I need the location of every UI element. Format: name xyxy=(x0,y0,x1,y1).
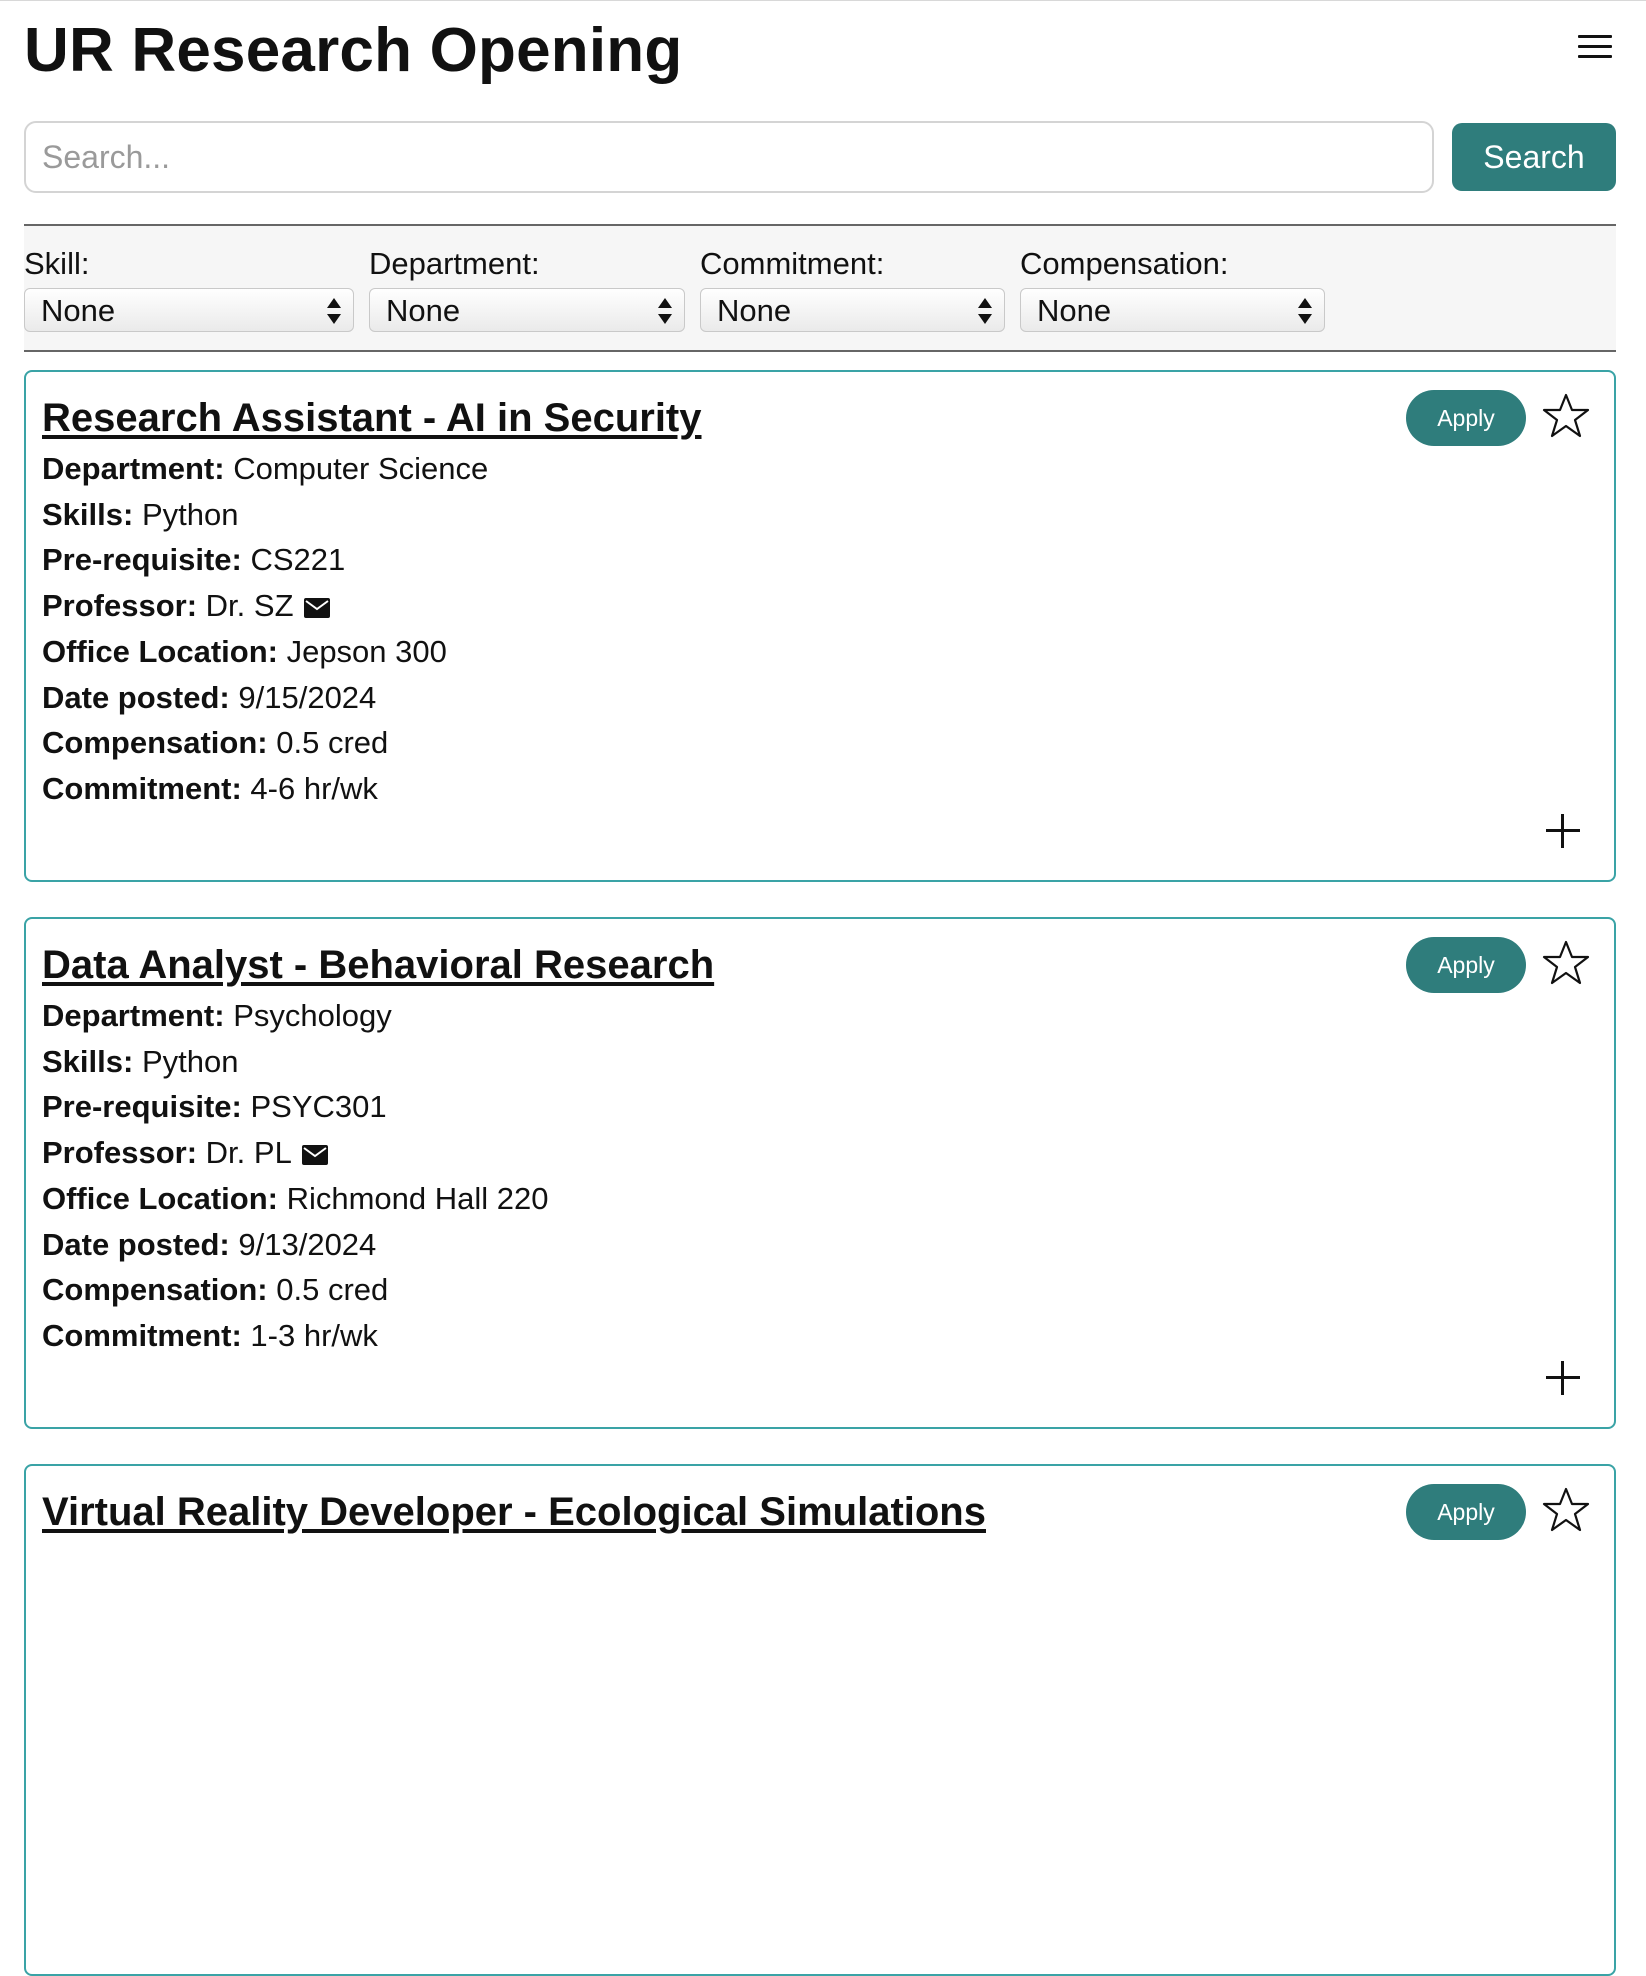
skill-select[interactable]: None xyxy=(24,288,354,332)
detail-date: Date posted: 9/13/2024 xyxy=(42,1222,549,1268)
detail-key: Commitment: xyxy=(42,1317,242,1353)
search-bar: Search xyxy=(24,121,1616,193)
detail-value: Dr. PL xyxy=(205,1135,292,1171)
detail-office: Office Location: Richmond Hall 220 xyxy=(42,1176,549,1222)
detail-skills: Skills: Python xyxy=(42,492,488,538)
skill-select-value: None xyxy=(41,293,116,328)
star-favorite-icon[interactable] xyxy=(1542,392,1590,440)
apply-button[interactable]: Apply xyxy=(1406,1484,1526,1540)
detail-compensation: Compensation: 0.5 cred xyxy=(42,1267,549,1313)
filter-compensation: Compensation: None xyxy=(1020,246,1325,332)
page: UR Research Opening Search Skill: None D… xyxy=(24,1,1616,1976)
detail-key: Pre-requisite: xyxy=(42,1089,242,1125)
detail-date: Date posted: 9/15/2024 xyxy=(42,675,488,721)
detail-value: 1-3 hr/wk xyxy=(250,1317,378,1353)
filter-skill: Skill: None xyxy=(24,246,354,332)
detail-key: Department: xyxy=(42,451,225,486)
search-input[interactable] xyxy=(24,121,1434,193)
star-favorite-icon[interactable] xyxy=(1542,939,1590,987)
listing-title[interactable]: Data Analyst - Behavioral Research xyxy=(42,941,714,989)
expand-plus-icon[interactable] xyxy=(1546,814,1580,848)
department-select[interactable]: None xyxy=(369,288,685,332)
detail-value: Richmond Hall 220 xyxy=(286,1180,549,1216)
select-arrows-icon xyxy=(327,295,341,327)
filter-label-department: Department: xyxy=(369,246,540,281)
search-button[interactable]: Search xyxy=(1452,123,1616,191)
star-favorite-icon[interactable] xyxy=(1542,1486,1590,1534)
listing-title[interactable]: Virtual Reality Developer - Ecological S… xyxy=(42,1488,986,1536)
detail-professor: Professor: Dr. SZ xyxy=(42,583,488,629)
detail-prerequisite: Pre-requisite: CS221 xyxy=(42,537,488,583)
listing-details: Department: Computer Science Skills: Pyt… xyxy=(42,446,488,812)
select-arrows-icon xyxy=(1298,295,1312,327)
mail-icon[interactable] xyxy=(301,1144,328,1166)
filter-bar: Skill: None Department: None Commitment:… xyxy=(24,224,1616,352)
detail-key: Professor: xyxy=(42,588,198,624)
detail-key: Office Location: xyxy=(42,633,278,669)
detail-prerequisite: Pre-requisite: PSYC301 xyxy=(42,1084,549,1130)
detail-compensation: Compensation: 0.5 cred xyxy=(42,720,488,766)
listing-details: Department: Psychology Skills: Python Pr… xyxy=(42,993,549,1359)
detail-key: Compensation: xyxy=(42,1272,268,1308)
detail-skills: Skills: Python xyxy=(42,1039,549,1085)
detail-key: Date posted: xyxy=(42,1226,230,1262)
filter-label-skill: Skill: xyxy=(24,246,90,281)
listing-card: Data Analyst - Behavioral Research Apply… xyxy=(24,917,1616,1429)
detail-key: Department: xyxy=(42,998,225,1033)
apply-button[interactable]: Apply xyxy=(1406,937,1526,993)
detail-value: 0.5 cred xyxy=(276,1272,389,1308)
commitment-select-value: None xyxy=(717,293,792,328)
listing-card: Virtual Reality Developer - Ecological S… xyxy=(24,1464,1616,1976)
detail-value: Computer Science xyxy=(233,451,489,486)
filter-department: Department: None xyxy=(369,246,685,332)
detail-key: Commitment: xyxy=(42,770,242,806)
listing-card: Research Assistant - AI in Security Appl… xyxy=(24,370,1616,882)
page-title: UR Research Opening xyxy=(24,16,683,85)
detail-value: Jepson 300 xyxy=(286,633,447,669)
detail-key: Skills: xyxy=(42,496,134,532)
listing-title[interactable]: Research Assistant - AI in Security xyxy=(42,394,702,442)
header: UR Research Opening xyxy=(24,1,1616,111)
detail-key: Date posted: xyxy=(42,679,230,715)
detail-professor: Professor: Dr. PL xyxy=(42,1130,549,1176)
commitment-select[interactable]: None xyxy=(700,288,1005,332)
apply-button[interactable]: Apply xyxy=(1406,390,1526,446)
filter-label-compensation: Compensation: xyxy=(1020,246,1229,281)
detail-value: Python xyxy=(141,1043,239,1079)
select-arrows-icon xyxy=(978,295,992,327)
detail-commitment: Commitment: 4-6 hr/wk xyxy=(42,766,488,812)
compensation-select[interactable]: None xyxy=(1020,288,1325,332)
detail-key: Office Location: xyxy=(42,1180,278,1216)
filter-label-commitment: Commitment: xyxy=(700,246,885,281)
department-select-value: None xyxy=(386,293,461,328)
detail-department: Department: Psychology xyxy=(42,993,549,1039)
detail-value: PSYC301 xyxy=(250,1089,387,1125)
select-arrows-icon xyxy=(658,295,672,327)
detail-key: Compensation: xyxy=(42,725,268,761)
detail-department: Department: Computer Science xyxy=(42,446,488,492)
detail-key: Skills: xyxy=(42,1043,134,1079)
detail-commitment: Commitment: 1-3 hr/wk xyxy=(42,1313,549,1359)
detail-value: Psychology xyxy=(233,998,392,1033)
detail-value: 4-6 hr/wk xyxy=(250,770,378,806)
mail-icon[interactable] xyxy=(303,597,330,619)
detail-value: 0.5 cred xyxy=(276,725,389,761)
hamburger-menu-icon[interactable] xyxy=(1574,31,1616,65)
detail-key: Pre-requisite: xyxy=(42,542,242,578)
detail-value: Python xyxy=(141,496,239,532)
detail-value: 9/13/2024 xyxy=(238,1226,377,1262)
compensation-select-value: None xyxy=(1037,293,1112,328)
detail-office: Office Location: Jepson 300 xyxy=(42,629,488,675)
detail-value: CS221 xyxy=(250,542,346,578)
expand-plus-icon[interactable] xyxy=(1546,1361,1580,1395)
detail-key: Professor: xyxy=(42,1135,198,1171)
filter-commitment: Commitment: None xyxy=(700,246,1005,332)
detail-value: 9/15/2024 xyxy=(238,679,377,715)
detail-value: Dr. SZ xyxy=(205,588,294,624)
